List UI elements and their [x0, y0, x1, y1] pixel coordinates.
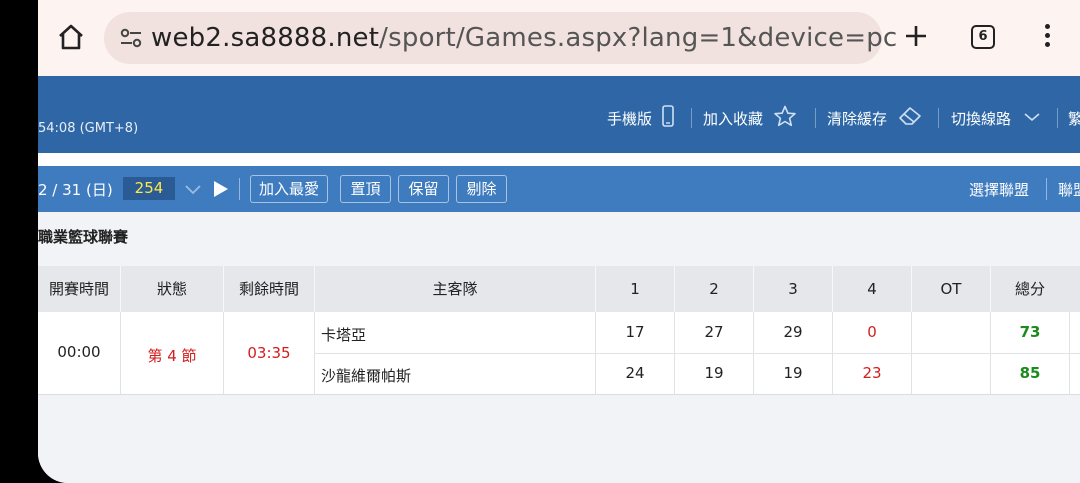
toolbar-divider: [1046, 178, 1047, 200]
column-header: OT: [940, 280, 962, 298]
new-tab-icon[interactable]: [904, 24, 928, 48]
toolbar-divider: [239, 178, 240, 200]
pin-top-button[interactable]: 置頂: [340, 175, 391, 203]
league-title[interactable]: 職業籃球聯賽: [38, 226, 128, 247]
away-q2-score: 19: [704, 364, 724, 382]
phone-frame: web2.sa8888.net/sport/Games.aspx?lang=1&…: [0, 0, 1080, 483]
tab-switcher-button[interactable]: 6: [971, 25, 995, 49]
browser-screen: web2.sa8888.net/sport/Games.aspx?lang=1&…: [38, 0, 1080, 483]
column-header: 4: [867, 280, 877, 298]
url-path: /sport/Games.aspx?lang=1&device=pc: [379, 23, 898, 53]
away-team-name[interactable]: 沙龍維爾帕斯: [321, 365, 411, 386]
column-header: 2: [709, 280, 719, 298]
table-header: 開賽時間 狀態 剩餘時間 主客隊 1 2 3 4 OT 總分: [38, 266, 1080, 312]
server-clock: 54:08 (GMT+8): [38, 121, 139, 136]
start-time: 00:00: [57, 343, 101, 361]
remaining-time: 03:35: [247, 344, 291, 362]
star-icon: [773, 105, 797, 131]
more-menu-icon[interactable]: [1043, 24, 1051, 50]
language-link[interactable]: 繁: [1068, 106, 1080, 130]
column-header: 剩餘時間: [238, 280, 299, 298]
column-header: 開賽時間: [48, 280, 109, 298]
column-header: 狀態: [156, 280, 187, 298]
play-icon[interactable]: [213, 180, 229, 198]
phone-icon: [662, 105, 674, 131]
switch-line-dropdown[interactable]: 切換線路: [951, 106, 1041, 130]
eraser-icon: [897, 105, 923, 131]
add-favorite-label: 加入收藏: [703, 109, 764, 128]
header-divider: [815, 108, 816, 128]
home-q3-score: 29: [783, 323, 803, 341]
chevron-down-icon: [1023, 109, 1041, 127]
game-row[interactable]: 00:00 第 4 節 03:35 卡塔亞 17 27 29 0 73 沙龍維爾…: [38, 312, 1080, 395]
header-divider: [691, 108, 692, 128]
games-content: 職業籃球聯賽 開賽時間 狀態 剩餘時間 主客隊 1 2 3 4 OT 總分 00…: [38, 212, 1080, 483]
clear-cache-link[interactable]: 清除緩存: [827, 106, 923, 130]
chevron-down-icon[interactable]: [185, 181, 201, 197]
header-divider: [1057, 108, 1058, 128]
game-count-badge[interactable]: 254: [123, 177, 175, 200]
column-header: 主客隊: [432, 280, 478, 298]
home-q4-score: 0: [867, 323, 877, 341]
header-divider: [938, 108, 939, 128]
add-favorite-link[interactable]: 加入收藏: [703, 105, 797, 131]
row-divider: [315, 353, 1080, 354]
home-q1-score: 17: [625, 323, 645, 341]
address-bar[interactable]: web2.sa8888.net/sport/Games.aspx?lang=1&…: [104, 12, 897, 64]
select-league-link[interactable]: 選擇聯盟: [969, 179, 1029, 200]
add-favorite-button[interactable]: 加入最愛: [250, 175, 328, 203]
away-q4-score: 23: [862, 364, 882, 382]
column-header: 總分: [1014, 280, 1045, 298]
games-toolbar: 2 / 31 (日) 254 加入最愛 置頂 保留 剔除 選擇聯盟 聯盟: [38, 166, 1080, 212]
game-status: 第 4 節: [147, 347, 197, 365]
keep-button[interactable]: 保留: [398, 175, 449, 203]
date-selector[interactable]: 2 / 31 (日): [38, 179, 113, 200]
column-header: 1: [630, 280, 640, 298]
home-icon[interactable]: [56, 22, 86, 52]
home-team-name[interactable]: 卡塔亞: [321, 324, 366, 345]
site-info-icon[interactable]: [120, 28, 142, 48]
clear-cache-label: 清除緩存: [827, 109, 888, 128]
league-link[interactable]: 聯盟: [1058, 179, 1080, 200]
away-q3-score: 19: [783, 364, 803, 382]
home-q2-score: 27: [704, 323, 724, 341]
home-total-score: 73: [1019, 323, 1041, 341]
column-header: 3: [788, 280, 798, 298]
mobile-version-label: 手機版: [607, 109, 653, 128]
site-header: 54:08 (GMT+8) 手機版 加入收藏 清除緩存 切換線路 繁: [38, 76, 1080, 153]
url-text[interactable]: web2.sa8888.net/sport/Games.aspx?lang=1&…: [151, 23, 897, 53]
away-total-score: 85: [1019, 364, 1041, 382]
mobile-version-link[interactable]: 手機版: [607, 105, 674, 131]
remove-button[interactable]: 剔除: [456, 175, 507, 203]
away-q1-score: 24: [625, 364, 645, 382]
browser-toolbar: web2.sa8888.net/sport/Games.aspx?lang=1&…: [38, 0, 1080, 76]
url-host: web2.sa8888.net: [151, 23, 380, 53]
switch-line-label: 切換線路: [951, 109, 1012, 128]
